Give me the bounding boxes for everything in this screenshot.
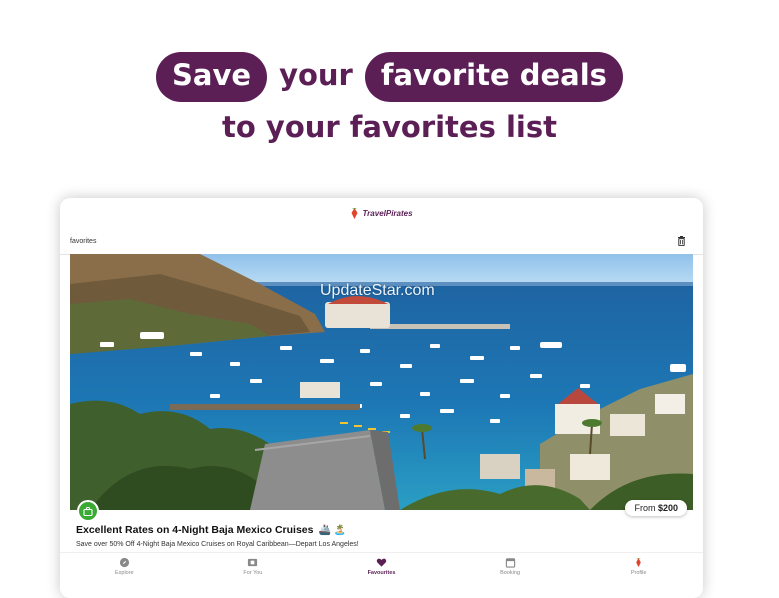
price-badge: From $200 bbox=[625, 500, 687, 516]
nav-label-booking: Booking bbox=[500, 570, 521, 576]
deal-card[interactable]: UpdateStar.com From $200 Excellent Rates… bbox=[70, 254, 693, 548]
palm-logo-icon bbox=[351, 207, 358, 219]
nav-for-you[interactable]: For You bbox=[213, 553, 293, 576]
nav-label-profile: Profile bbox=[630, 570, 647, 576]
app-top-bar: TravelPirates bbox=[60, 198, 703, 228]
headline-line-1: Save your favorite deals bbox=[0, 52, 779, 102]
headline-line-2: to your favorites list bbox=[222, 110, 557, 144]
nav-label-explore: Explore bbox=[114, 570, 134, 576]
app-screenshot: TravelPirates favorites UpdateStar.com F… bbox=[60, 198, 703, 598]
favorites-header: favorites bbox=[60, 228, 703, 255]
nav-profile[interactable]: Profile bbox=[599, 553, 679, 576]
luggage-icon bbox=[77, 500, 99, 522]
travelpirates-logo: TravelPirates bbox=[350, 207, 413, 220]
price-prefix: From bbox=[634, 503, 656, 513]
nav-explore[interactable]: Explore bbox=[84, 553, 164, 576]
nav-label-for-you: For You bbox=[243, 570, 263, 576]
deal-title[interactable]: Excellent Rates on 4-Night Baja Mexico C… bbox=[76, 524, 693, 536]
price-value: $200 bbox=[657, 503, 678, 513]
headline-pill-save: Save bbox=[156, 52, 268, 102]
nav-favourites[interactable]: Favourites bbox=[341, 553, 421, 576]
logo-text: TravelPirates bbox=[362, 208, 413, 218]
deal-photo: UpdateStar.com bbox=[70, 254, 693, 510]
deal-description: Save over 50% Off 4-Night Baja Mexico Cr… bbox=[76, 541, 359, 548]
film-icon bbox=[248, 558, 258, 567]
bottom-navigation: Explore For You Favourites Booking Profi… bbox=[60, 552, 703, 583]
compass-icon bbox=[119, 557, 129, 568]
heart-icon bbox=[376, 558, 387, 567]
cruise-emoji-icon: 🚢 🏝️ bbox=[318, 524, 347, 536]
nav-booking[interactable]: Booking bbox=[470, 553, 550, 576]
nav-label-favourites: Favourites bbox=[367, 570, 396, 576]
headline-pill-favorite-deals: favorite deals bbox=[364, 52, 623, 102]
page-title: favorites bbox=[70, 237, 97, 245]
headline-word-your: your bbox=[279, 58, 353, 92]
promo-headline: Save your favorite deals to your favorit… bbox=[0, 52, 779, 144]
watermark-text: UpdateStar.com bbox=[320, 282, 435, 299]
calendar-icon bbox=[505, 558, 515, 568]
trash-icon[interactable] bbox=[675, 235, 687, 247]
deal-title-text: Excellent Rates on 4-Night Baja Mexico C… bbox=[76, 524, 314, 536]
profile-icon bbox=[636, 557, 641, 568]
